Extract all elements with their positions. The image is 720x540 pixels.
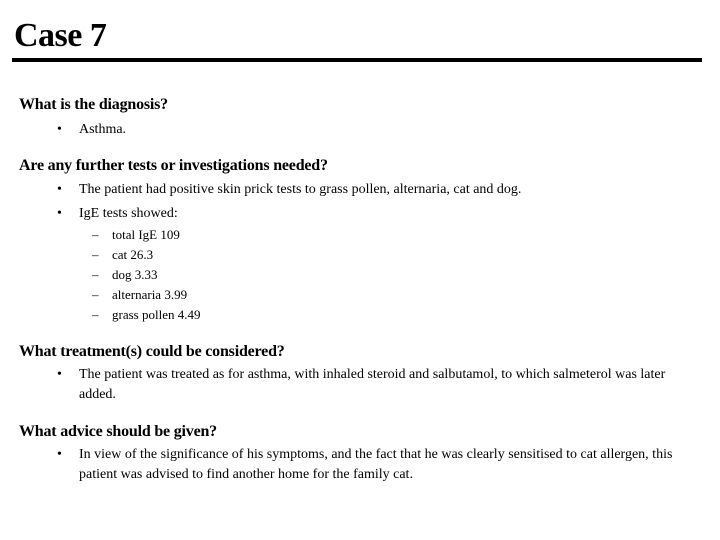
heading-advice: What advice should be given? <box>19 423 217 440</box>
diagnosis-text: Asthma. <box>79 122 127 137</box>
bullet-icon: • <box>57 367 62 382</box>
heading-treatment: What treatment(s) could be considered? <box>19 343 285 360</box>
dash-icon: – <box>92 287 99 302</box>
dash-icon: – <box>92 227 99 242</box>
bullet-icon: • <box>57 447 62 462</box>
dash-icon: – <box>92 267 99 282</box>
treatment-text: The patient was treated as for asthma, w… <box>79 367 666 402</box>
ige-result-cat: cat 26.3 <box>112 247 154 262</box>
heading-diagnosis: What is the diagnosis? <box>19 96 168 113</box>
page-title: Case 7 <box>14 17 107 54</box>
bullet-icon: • <box>57 182 62 197</box>
ige-result-grass-pollen: grass pollen 4.49 <box>112 307 201 322</box>
advice-text: In view of the significance of his sympt… <box>79 447 673 482</box>
ige-result-dog: dog 3.33 <box>112 267 158 282</box>
ige-result-total: total IgE 109 <box>112 227 180 242</box>
ige-result-alternaria: alternaria 3.99 <box>112 287 188 302</box>
skin-prick-text: The patient had positive skin prick test… <box>79 182 522 197</box>
dash-icon: – <box>92 247 99 262</box>
ige-tests-text: IgE tests showed: <box>79 206 178 221</box>
title-divider <box>12 58 702 62</box>
bullet-icon: • <box>57 122 62 137</box>
heading-further-tests: Are any further tests or investigations … <box>19 157 328 174</box>
dash-icon: – <box>92 307 99 322</box>
bullet-icon: • <box>57 206 62 221</box>
